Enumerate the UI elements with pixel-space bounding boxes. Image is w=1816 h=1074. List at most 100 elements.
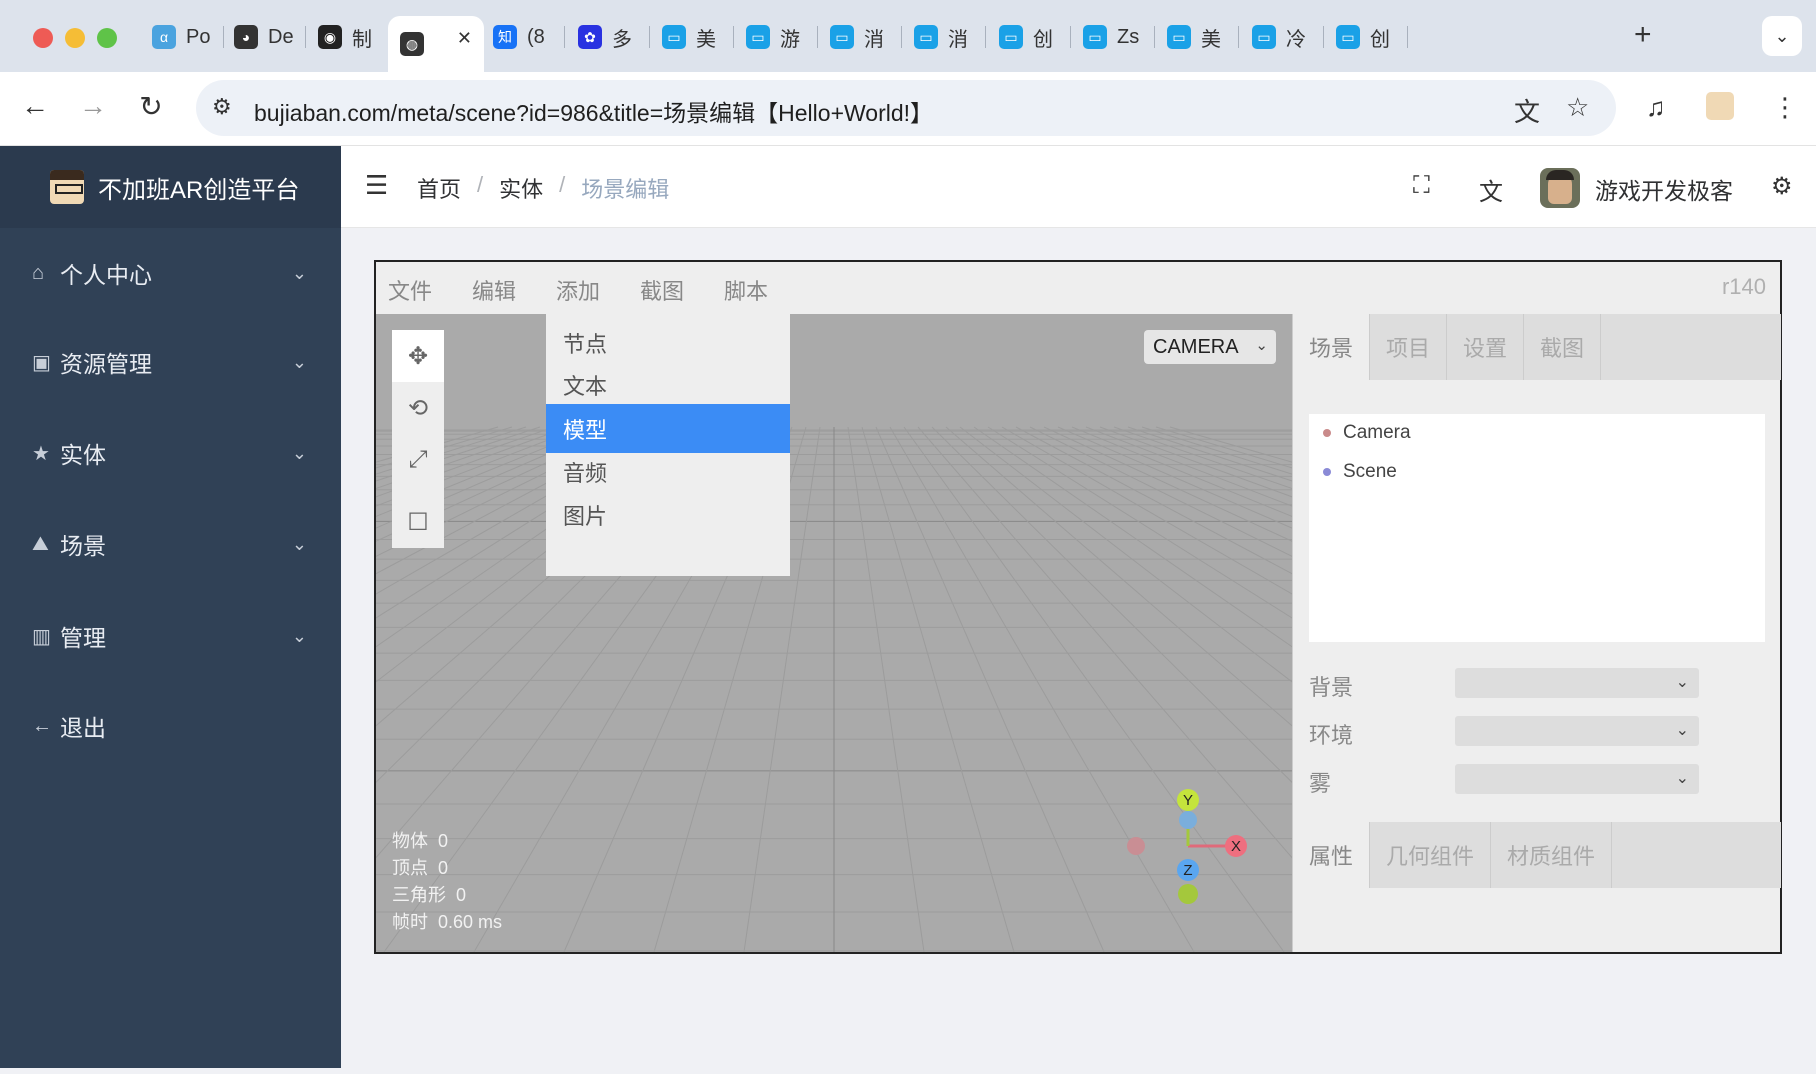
translate-page-icon[interactable]: 文	[1514, 92, 1540, 129]
sidebar-item[interactable]: ⌂ 个人中心 ⌄	[0, 243, 341, 303]
close-window-button[interactable]	[33, 28, 53, 48]
browser-tab[interactable]: ▭ 创	[1324, 16, 1408, 58]
collapse-sidebar-icon[interactable]: ☰	[365, 170, 388, 201]
properties-tabs: 属性 几何组件 材质组件	[1293, 822, 1781, 888]
media-control-icon[interactable]: ♫	[1646, 92, 1666, 123]
sidebar-item-label: 退出	[60, 715, 106, 741]
sidebar-item[interactable]: ← 退出	[0, 696, 341, 756]
tab-project[interactable]: 项目	[1370, 314, 1448, 380]
environment-select[interactable]: ⌄	[1455, 716, 1699, 746]
home-icon: ⌂	[32, 261, 45, 284]
browser-tab[interactable]: ▭ 创	[987, 16, 1071, 58]
add-menu-dropdown: 节点 文本 模型 音频 图片	[546, 314, 790, 576]
tab-search-chevron-icon[interactable]: ⌄	[1762, 16, 1802, 56]
bookmark-star-icon[interactable]: ☆	[1566, 92, 1589, 123]
menu-edit[interactable]: 编辑	[472, 274, 516, 306]
tab-settings[interactable]: 设置	[1447, 314, 1525, 380]
background-select[interactable]: ⌄	[1455, 668, 1699, 698]
fullscreen-icon[interactable]: ⛶	[1413, 172, 1430, 200]
tab-title: (8	[527, 25, 545, 48]
outliner-item-camera[interactable]: Camera	[1323, 422, 1411, 444]
reload-icon[interactable]: ↻	[133, 90, 169, 123]
add-image-item[interactable]: 图片	[546, 490, 790, 539]
url-text[interactable]: bujiaban.com/meta/scene?id=986&title=场景编…	[254, 94, 933, 128]
sidebar: 不加班AR创造平台 ⌂ 个人中心 ⌄ ▣ 资源管理 ⌄ ★ 实体 ⌄ ⛰ 场景 ⌄ ▥ 管理 ⌄ ← 退出	[0, 146, 341, 1068]
axis-gizmo[interactable]: X Y Z	[1127, 789, 1247, 904]
sidebar-item[interactable]: ★ 实体 ⌄	[0, 423, 341, 483]
settings-gear-icon[interactable]: ⚙	[1771, 172, 1793, 201]
browser-tab[interactable]: ◍ ✕	[388, 16, 484, 72]
environment-label: 环境	[1309, 723, 1354, 748]
eye-icon: ◉	[318, 25, 342, 49]
fog-select[interactable]: ⌄	[1455, 764, 1699, 794]
app-header: ☰ 首页 / 实体 / 场景编辑 ⛶ 文 游戏开发极客 ⚙	[341, 146, 1816, 228]
outliner-item-scene[interactable]: Scene	[1323, 461, 1397, 483]
add-text-item[interactable]: 文本	[546, 360, 790, 409]
username[interactable]: 游戏开发极客	[1595, 172, 1733, 206]
brand-title: 不加班AR创造平台	[98, 176, 300, 204]
menu-screenshot[interactable]: 截图	[640, 274, 684, 306]
browser-tab[interactable]: ▭ 美	[1155, 16, 1239, 58]
neg-z-handle[interactable]	[1179, 811, 1197, 829]
profile-avatar-icon[interactable]	[1706, 92, 1734, 120]
logo-icon	[50, 170, 84, 204]
browser-tab[interactable]: ▭ 消	[818, 16, 902, 58]
browser-tab[interactable]: α Po	[140, 16, 224, 58]
scene-outliner[interactable]: Camera Scene	[1309, 414, 1765, 642]
tab-title: De	[268, 25, 294, 48]
tab-geometry[interactable]: 几何组件	[1370, 822, 1492, 888]
neg-y-handle[interactable]	[1178, 884, 1198, 904]
bilibili-icon: ▭	[914, 25, 938, 49]
minimize-window-button[interactable]	[65, 28, 85, 48]
menu-add[interactable]: 添加	[556, 274, 600, 306]
local-space-checkbox[interactable]: ☐	[392, 496, 444, 548]
stat-triangles: 三角形 0	[392, 885, 467, 905]
tab-screenshot[interactable]: 截图	[1524, 314, 1602, 380]
tab-properties[interactable]: 属性	[1293, 822, 1371, 888]
forward-arrow-icon[interactable]: →	[75, 90, 111, 122]
back-arrow-icon[interactable]: ←	[17, 90, 53, 122]
neg-x-handle[interactable]	[1127, 837, 1145, 855]
browser-tab[interactable]: ✿ 多	[566, 16, 650, 58]
ollama-icon: ◕	[234, 25, 258, 49]
tab-scene[interactable]: 场景	[1293, 314, 1371, 380]
breadcrumb-home[interactable]: 首页	[417, 172, 461, 204]
browser-tab[interactable]: ▭ 美	[650, 16, 734, 58]
chevron-down-icon: ⌄	[1675, 722, 1689, 739]
tab-material[interactable]: 材质组件	[1491, 822, 1613, 888]
scale-tool-icon[interactable]: ⤢	[392, 434, 444, 486]
browser-tab[interactable]: ▭ Zs	[1071, 16, 1155, 58]
menu-file[interactable]: 文件	[388, 274, 432, 306]
maximize-window-button[interactable]	[97, 28, 117, 48]
avatar[interactable]	[1540, 168, 1580, 208]
site-settings-icon[interactable]: ⚙	[212, 94, 232, 120]
browser-tab[interactable]: ◉ 制	[306, 16, 390, 58]
sidebar-item[interactable]: ⛰ 场景 ⌄	[0, 514, 341, 574]
breadcrumb-entity[interactable]: 实体	[499, 172, 543, 204]
new-tab-button[interactable]: +	[1634, 18, 1652, 52]
browser-tab[interactable]: ◕ De	[222, 16, 306, 58]
add-audio-item[interactable]: 音频	[546, 447, 790, 496]
grid-line	[1043, 426, 1292, 542]
3d-viewport[interactable]: X Y Z ✥ ⟲ ⤢ ☐ CAMERA ⌄ 物体 0 顶点 0 三角形 0 帧时 …	[376, 314, 1292, 952]
sidebar-item[interactable]: ▣ 资源管理 ⌄	[0, 332, 341, 392]
close-tab-icon[interactable]: ✕	[457, 28, 472, 49]
browser-tab[interactable]: ▭ 消	[902, 16, 986, 58]
camera-select[interactable]: CAMERA ⌄	[1144, 330, 1276, 364]
rotate-tool-icon[interactable]: ⟲	[392, 382, 444, 434]
browser-tab[interactable]: ▭ 冷	[1240, 16, 1324, 58]
version-label: r140	[1721, 274, 1766, 299]
menu-script[interactable]: 脚本	[724, 274, 768, 306]
language-icon[interactable]: 文	[1479, 172, 1503, 207]
scene-dot-icon	[1323, 468, 1331, 476]
browser-tab[interactable]: 知 (8	[481, 16, 565, 58]
address-bar[interactable]: ⚙ bujiaban.com/meta/scene?id=986&title=场…	[196, 80, 1616, 136]
add-model-item[interactable]: 模型	[546, 404, 790, 453]
browser-tab[interactable]: ▭ 游	[734, 16, 818, 58]
sidebar-item[interactable]: ▥ 管理 ⌄	[0, 606, 341, 666]
tab-title: 美	[1201, 28, 1221, 51]
translate-tool-icon[interactable]: ✥	[392, 330, 444, 382]
brand[interactable]: 不加班AR创造平台	[0, 146, 341, 228]
fog-label: 雾	[1309, 771, 1332, 796]
more-menu-icon[interactable]: ⋮	[1772, 92, 1798, 123]
